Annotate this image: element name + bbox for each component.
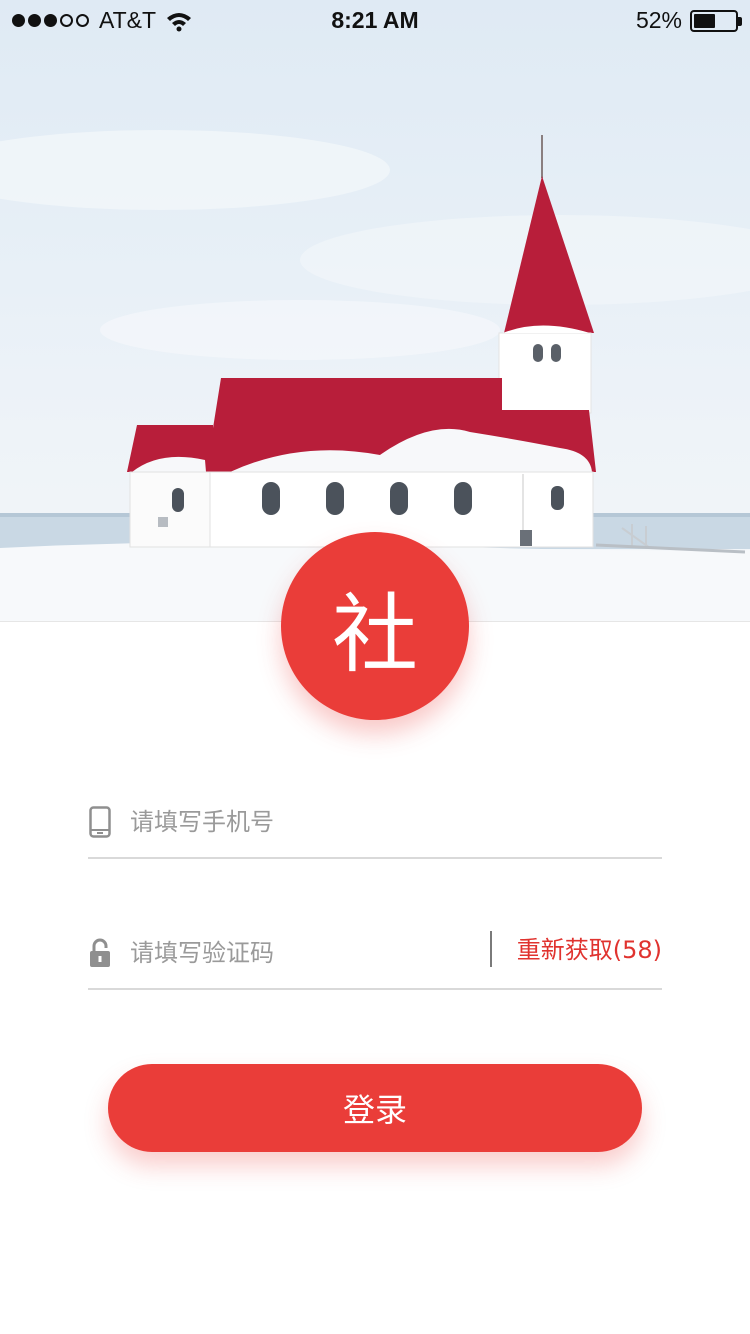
battery-level bbox=[694, 13, 715, 28]
code-field: 重新获取(58) bbox=[88, 918, 662, 990]
field-divider bbox=[490, 931, 492, 967]
hero-image bbox=[0, 0, 750, 622]
app-logo: 社 bbox=[281, 532, 469, 720]
login-button[interactable]: 登录 bbox=[108, 1064, 642, 1152]
resend-code-button[interactable]: 重新获取(58) bbox=[517, 930, 662, 965]
code-input[interactable] bbox=[130, 933, 470, 973]
status-bar: AT&T 8:21 AM 52% bbox=[0, 0, 750, 40]
lock-icon bbox=[88, 936, 112, 970]
battery-percent: 52% bbox=[635, 7, 682, 33]
phone-field bbox=[88, 787, 662, 859]
battery-icon bbox=[690, 9, 742, 32]
church-illustration bbox=[0, 130, 750, 621]
phone-icon bbox=[88, 805, 112, 839]
phone-input[interactable] bbox=[130, 802, 470, 842]
